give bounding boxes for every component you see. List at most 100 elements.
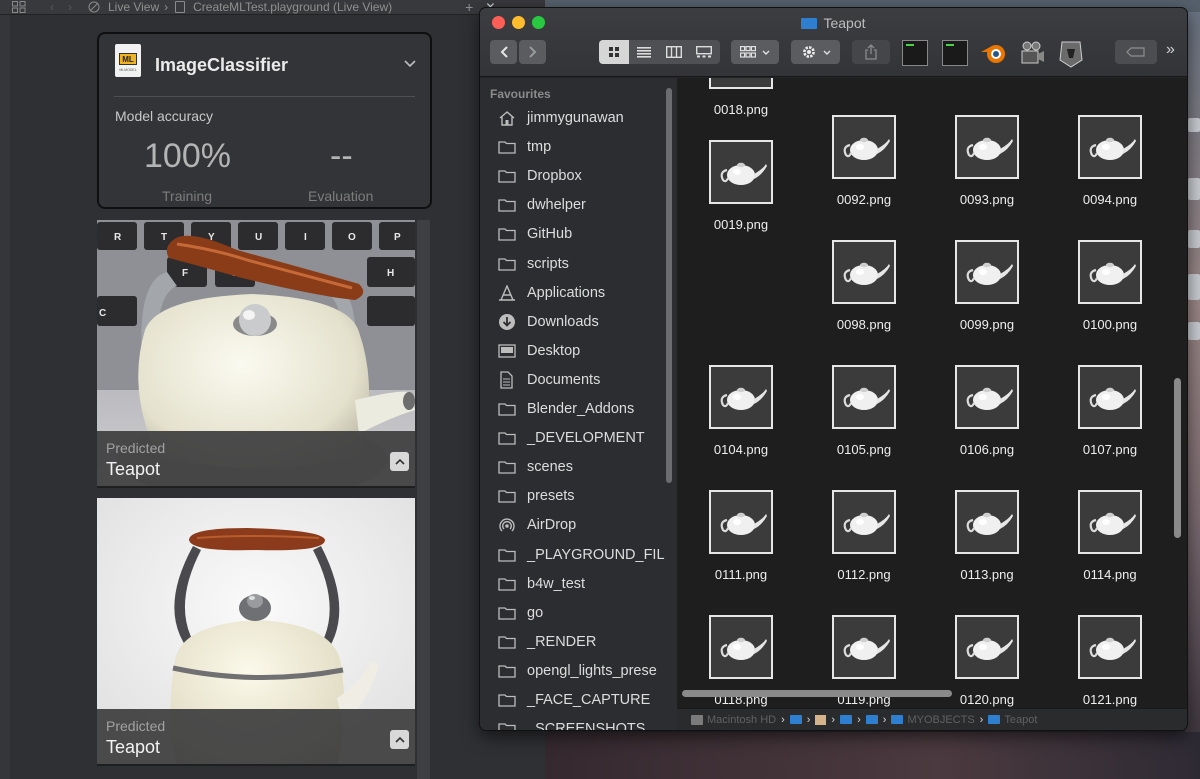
- file-item[interactable]: 0100.png: [1055, 240, 1165, 360]
- prediction-card: Predicted Teapot: [97, 498, 415, 766]
- sidebar-item[interactable]: scripts: [498, 252, 569, 276]
- desktop-file-icon[interactable]: [1188, 230, 1200, 248]
- path-segment[interactable]: [789, 715, 802, 724]
- blender-app-icon[interactable]: [980, 40, 1006, 66]
- chevron-down-icon: [762, 50, 770, 55]
- hard-drive-icon: [691, 714, 703, 725]
- list-view-button[interactable]: [629, 40, 659, 64]
- sidebar-item[interactable]: go: [498, 601, 543, 625]
- sidebar-item-label: Applications: [527, 284, 606, 301]
- file-item[interactable]: 0098.png: [809, 240, 919, 360]
- model-accuracy-label: Model accuracy: [115, 108, 214, 124]
- grid-vertical-scrollbar[interactable]: [1174, 378, 1181, 538]
- expand-button[interactable]: [390, 452, 409, 471]
- path-segment-label: MYOBJECTS: [907, 713, 975, 726]
- terminal-app-icon[interactable]: [942, 40, 968, 66]
- sidebar-item[interactable]: b4w_test: [498, 572, 585, 596]
- unity-app-icon[interactable]: [1058, 40, 1084, 68]
- grid-horizontal-scrollbar[interactable]: [682, 690, 952, 697]
- folder-icon: [498, 140, 518, 154]
- desktop-file-icon[interactable]: [1188, 178, 1200, 200]
- finder-titlebar: Teapot »: [480, 8, 1187, 77]
- file-thumbnail: [1078, 615, 1142, 679]
- file-thumbnail: [955, 115, 1019, 179]
- sidebar-item[interactable]: tmp: [498, 135, 551, 159]
- sidebar-item[interactable]: Desktop: [498, 339, 580, 363]
- sidebar-item[interactable]: _RENDER: [498, 630, 596, 654]
- sidebar-item[interactable]: dwhelper: [498, 193, 586, 217]
- file-item[interactable]: 0093.png: [932, 115, 1042, 235]
- sidebar-item-label: go: [527, 604, 544, 621]
- toolbar-overflow-icon[interactable]: »: [1166, 41, 1175, 59]
- file-item[interactable]: 0019.png: [686, 140, 796, 260]
- icon-view-button[interactable]: [599, 40, 629, 64]
- back-button[interactable]: [490, 40, 517, 64]
- desktop-file-icon[interactable]: [1188, 118, 1200, 132]
- mlmodel-icon: ML MLMODEL: [115, 44, 141, 77]
- folder-icon: [498, 577, 518, 591]
- grid-icon[interactable]: [12, 1, 28, 13]
- share-button[interactable]: [852, 40, 890, 64]
- path-segment[interactable]: [815, 714, 827, 725]
- file-item[interactable]: 0113.png: [932, 490, 1042, 610]
- sidebar-item[interactable]: Applications: [498, 281, 605, 305]
- sidebar-item[interactable]: jimmygunawan: [498, 106, 624, 130]
- group-by-button[interactable]: [731, 40, 779, 64]
- sidebar-item[interactable]: Documents: [498, 368, 600, 392]
- toolbar-file[interactable]: CreateMLTest.playground (Live View): [193, 0, 392, 14]
- file-item[interactable]: 0106.png: [932, 365, 1042, 485]
- sidebar-item[interactable]: scenes: [498, 455, 573, 479]
- keyboard-key: T: [161, 232, 167, 243]
- sidebar-item[interactable]: _SCREENSHOTS: [498, 717, 645, 730]
- file-item[interactable]: 0099.png: [932, 240, 1042, 360]
- sidebar-item[interactable]: AirDrop: [498, 513, 576, 537]
- sidebar-item-label: presets: [527, 488, 575, 505]
- sidebar-item-label: scripts: [527, 255, 569, 272]
- sidebar-item-label: Documents: [527, 371, 601, 388]
- back-arrow-icon[interactable]: ‹: [50, 0, 54, 14]
- file-item[interactable]: 0114.png: [1055, 490, 1165, 610]
- file-name: 0098.png: [836, 317, 892, 332]
- sidebar-item[interactable]: _DEVELOPMENT: [498, 426, 645, 450]
- tags-button[interactable]: [1115, 40, 1157, 64]
- desktop-file-icon[interactable]: [1188, 322, 1200, 340]
- sidebar-item[interactable]: presets: [498, 484, 575, 508]
- forward-arrow-icon[interactable]: ›: [68, 0, 72, 14]
- sidebar-item[interactable]: Dropbox: [498, 164, 582, 188]
- sidebar-item[interactable]: Blender_Addons: [498, 397, 634, 421]
- sidebar-item[interactable]: Downloads: [498, 310, 599, 334]
- sidebar-item[interactable]: opengl_lights_prese: [498, 659, 657, 683]
- movie-app-icon[interactable]: [1018, 40, 1044, 66]
- sidebar-item[interactable]: GitHub: [498, 222, 572, 246]
- terminal-app-icon[interactable]: [902, 40, 928, 66]
- column-view-button[interactable]: [659, 40, 689, 64]
- gallery-view-button[interactable]: [689, 40, 719, 64]
- path-segment[interactable]: [840, 715, 853, 724]
- file-thumbnail: [832, 365, 896, 429]
- forward-button[interactable]: [519, 40, 546, 64]
- path-segment[interactable]: MYOBJECTS: [891, 713, 975, 726]
- file-item[interactable]: 0094.png: [1055, 115, 1165, 235]
- file-item[interactable]: 0018.png: [686, 78, 796, 145]
- action-button[interactable]: [791, 40, 840, 64]
- file-item[interactable]: 0105.png: [809, 365, 919, 485]
- path-bar: Macintosh HD › › › › › MYOBJECTS › Teapo…: [677, 708, 1187, 730]
- chevron-down-icon[interactable]: [404, 60, 416, 68]
- path-segment[interactable]: Macintosh HD: [691, 714, 776, 726]
- toolbar-live-view[interactable]: Live View: [108, 0, 159, 14]
- file-item[interactable]: 0092.png: [809, 115, 919, 235]
- file-item[interactable]: 0104.png: [686, 365, 796, 485]
- path-segment[interactable]: [865, 715, 878, 724]
- folder-icon: [498, 548, 518, 562]
- file-item[interactable]: 0112.png: [809, 490, 919, 610]
- sidebar-item[interactable]: _PLAYGROUND_FIL: [498, 543, 665, 567]
- file-item[interactable]: 0107.png: [1055, 365, 1165, 485]
- file-item[interactable]: 0111.png: [686, 490, 796, 610]
- sidebar-item[interactable]: _FACE_CAPTURE: [498, 688, 650, 712]
- expand-button[interactable]: [390, 730, 409, 749]
- add-icon[interactable]: +: [465, 0, 473, 14]
- path-segment[interactable]: Teapot: [988, 714, 1037, 726]
- sidebar-scrollbar[interactable]: [666, 88, 672, 483]
- live-view-scrollbar[interactable]: [417, 220, 430, 779]
- desktop-file-icon[interactable]: [1188, 274, 1200, 300]
